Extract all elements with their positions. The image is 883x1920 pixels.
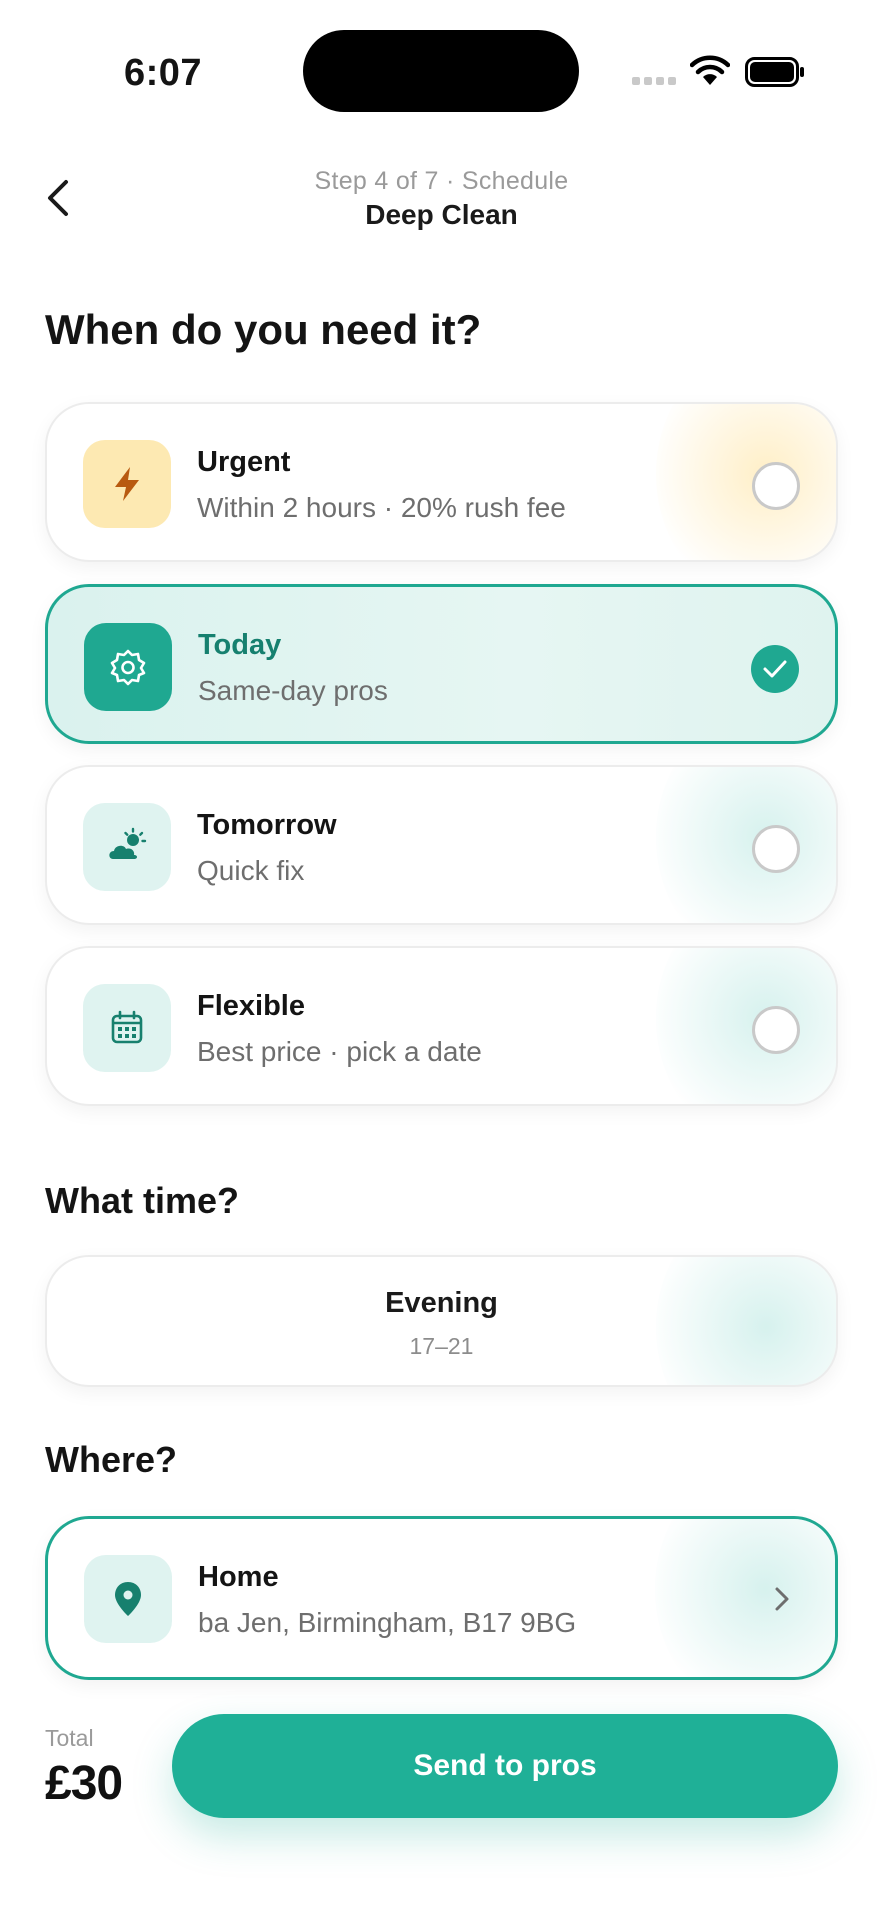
battery-icon xyxy=(745,57,804,87)
when-section-title: When do you need it? xyxy=(45,306,482,353)
option-subtitle: Best price · pick a date xyxy=(197,1036,482,1067)
calendar-icon xyxy=(111,1010,143,1044)
option-subtitle: Same-day pros xyxy=(198,675,388,706)
option-title: Today xyxy=(198,629,282,661)
time-slot-range: 17–21 xyxy=(409,1333,474,1359)
option-title: Urgent xyxy=(197,446,291,478)
total-price: £30 xyxy=(45,1757,123,1810)
radio-button[interactable] xyxy=(752,1006,800,1054)
time-section-title: What time? xyxy=(45,1180,239,1221)
send-to-pros-button[interactable]: Send to pros xyxy=(172,1714,838,1818)
radio-button-checked[interactable] xyxy=(751,645,799,693)
check-icon xyxy=(763,660,787,678)
status-time: 6:07 xyxy=(124,52,203,94)
status-bar: 6:07 xyxy=(0,0,883,140)
location-pin-icon xyxy=(115,1582,141,1616)
gear-icon xyxy=(110,649,146,686)
dynamic-island xyxy=(303,30,579,112)
address-text: ba Jen, Birmingham, B17 9BG xyxy=(198,1607,577,1638)
option-tomorrow[interactable]: Tomorrow Quick fix xyxy=(45,765,838,925)
option-flexible[interactable]: Flexible Best price · pick a date xyxy=(45,946,838,1106)
location-section-title: Where? xyxy=(45,1439,178,1480)
chevron-right-icon xyxy=(775,1587,789,1611)
radio-button[interactable] xyxy=(752,462,800,510)
time-slot-selector[interactable]: Evening 17–21 xyxy=(45,1255,838,1387)
lightning-icon xyxy=(115,467,139,501)
total-label: Total xyxy=(45,1725,94,1751)
cellular-signal-icon xyxy=(632,77,676,85)
cloud-sun-icon xyxy=(109,827,147,859)
option-subtitle: Within 2 hours · 20% rush fee xyxy=(197,492,566,523)
option-urgent[interactable]: Urgent Within 2 hours · 20% rush fee xyxy=(45,402,838,562)
service-title: Deep Clean xyxy=(365,199,518,230)
address-selector[interactable]: Home ba Jen, Birmingham, B17 9BG xyxy=(45,1516,838,1680)
option-today[interactable]: Today Same-day pros xyxy=(45,584,838,744)
time-slot-label: Evening xyxy=(385,1287,498,1319)
step-indicator: Step 4 of 7 · Schedule xyxy=(314,167,569,195)
option-subtitle: Quick fix xyxy=(197,855,305,886)
option-title: Flexible xyxy=(197,990,305,1022)
option-title: Tomorrow xyxy=(197,809,337,841)
address-label: Home xyxy=(198,1561,279,1593)
wifi-icon xyxy=(690,55,730,85)
radio-button[interactable] xyxy=(752,825,800,873)
